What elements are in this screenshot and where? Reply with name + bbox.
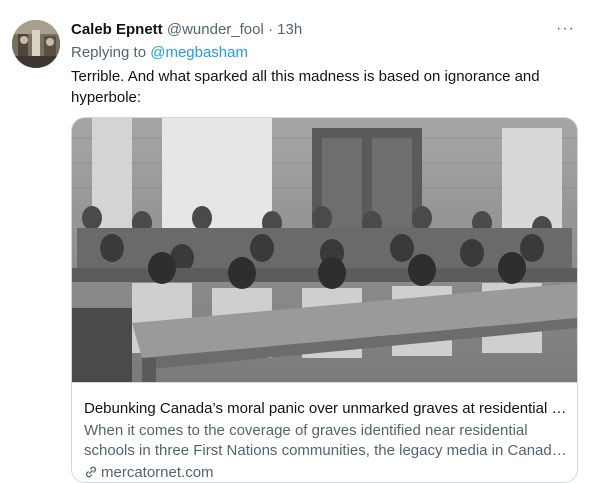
- card-description: When it comes to the coverage of graves …: [84, 421, 569, 461]
- more-horizontal-icon[interactable]: ···: [556, 21, 575, 37]
- avatar[interactable]: [12, 20, 60, 68]
- replying-to: Replying to @megbasham: [71, 43, 248, 63]
- card-image[interactable]: [72, 118, 577, 382]
- card-description-line: schools in three First Nations communiti…: [84, 442, 569, 459]
- link-card[interactable]: Debunking Canada’s moral panic over unma…: [71, 117, 578, 483]
- card-body: Debunking Canada’s moral panic over unma…: [72, 382, 577, 482]
- tweet-text: Terrible. And what sparked all this madn…: [71, 68, 540, 106]
- tweet[interactable]: Caleb Epnett @wunder_fool · 13h ··· Repl…: [0, 0, 593, 483]
- replying-prefix: Replying to: [71, 44, 147, 61]
- card-description-line: When it comes to the coverage of graves …: [84, 422, 528, 439]
- card-domain-text: mercatornet.com: [101, 464, 214, 481]
- author-name[interactable]: Caleb Epnett: [71, 21, 163, 38]
- card-domain[interactable]: mercatornet.com: [84, 463, 214, 482]
- tweet-header: Caleb Epnett @wunder_fool · 13h: [71, 20, 302, 40]
- card-title[interactable]: Debunking Canada’s moral panic over unma…: [84, 399, 569, 419]
- timestamp[interactable]: 13h: [277, 21, 302, 38]
- separator: ·: [267, 21, 273, 38]
- replying-mention-link[interactable]: @megbasham: [150, 44, 248, 61]
- link-icon: [85, 466, 97, 478]
- author-handle[interactable]: @wunder_fool: [167, 21, 264, 38]
